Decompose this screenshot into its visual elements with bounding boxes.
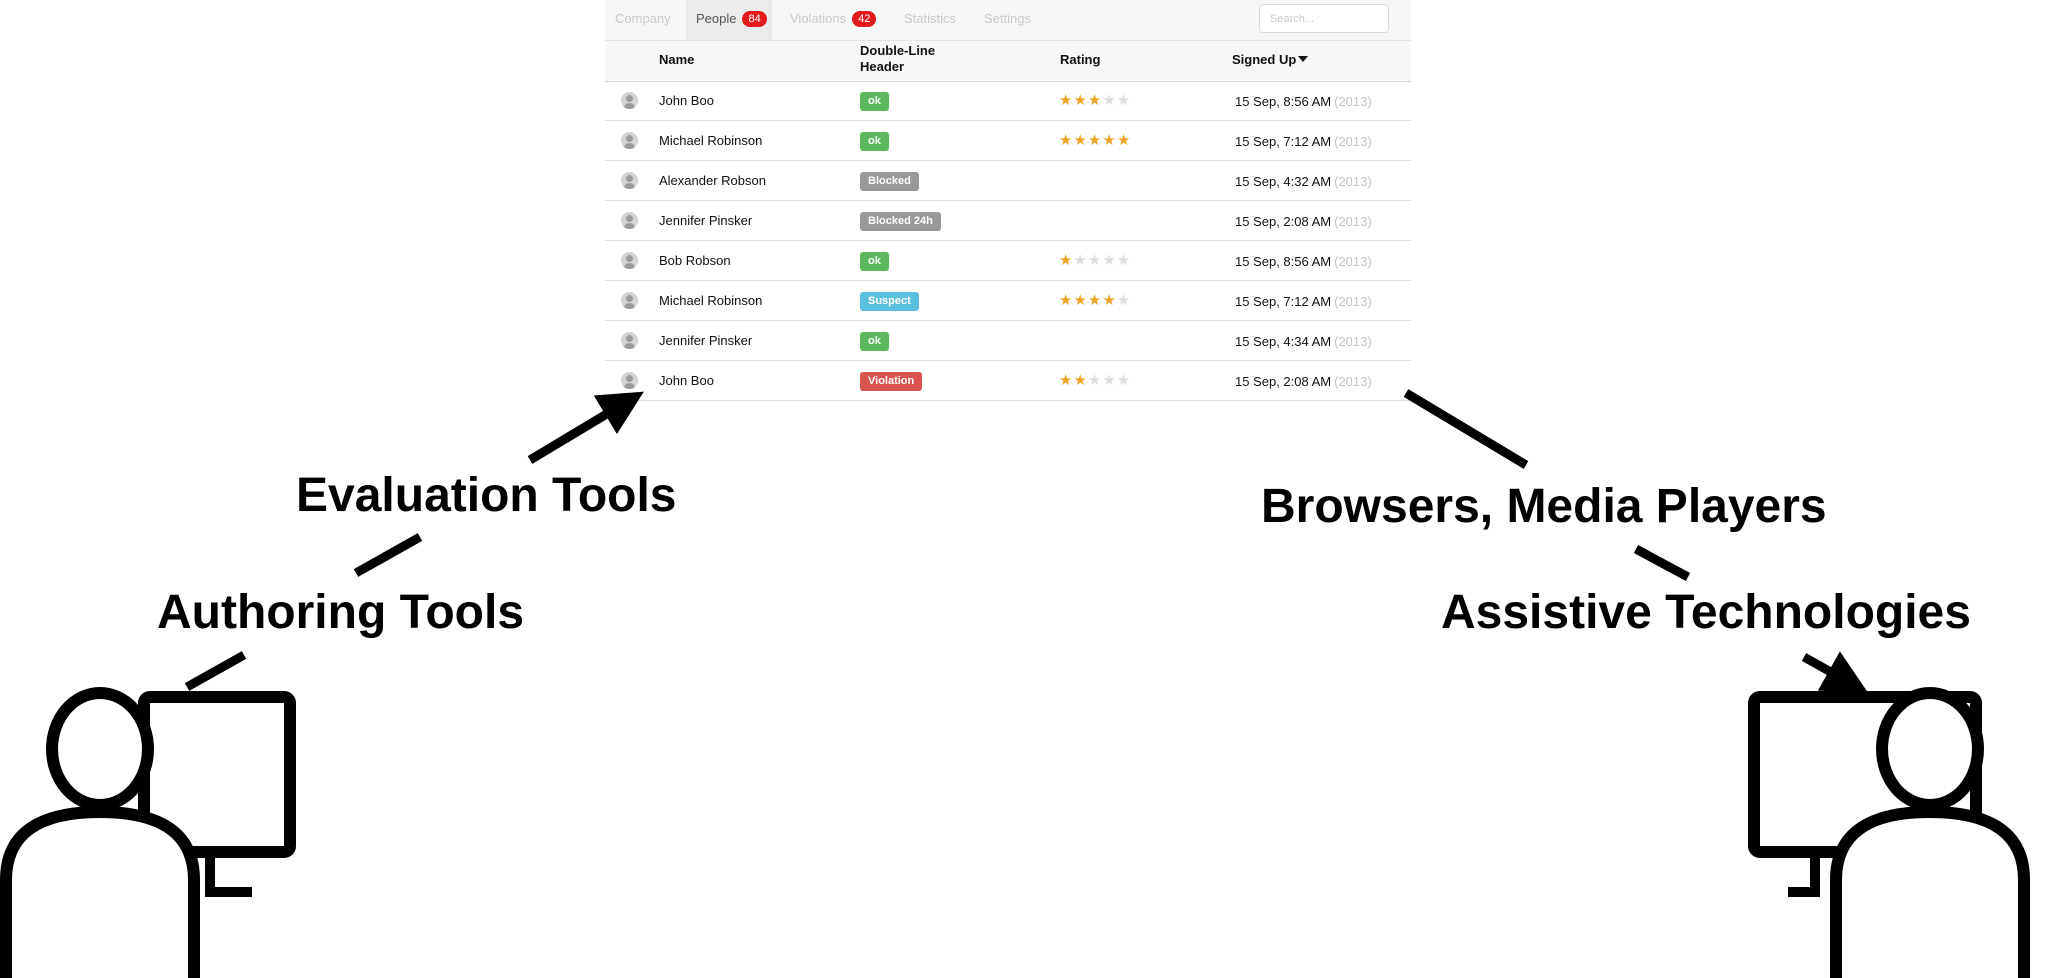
arrow-segment-browsers-right bbox=[1633, 545, 1691, 581]
arrow-segment-authoring-left bbox=[184, 651, 247, 691]
person-at-computer-left-icon bbox=[0, 687, 296, 978]
browsers-media-players-label: Browsers, Media Players bbox=[1261, 480, 1827, 533]
arrow-segment-from-table-right bbox=[1403, 389, 1529, 469]
arrow-to-person-right bbox=[1801, 651, 1869, 693]
arrow-to-table-left bbox=[527, 391, 644, 464]
arrow-segment-evaluation-left bbox=[353, 533, 423, 577]
authoring-tools-label: Authoring Tools bbox=[157, 586, 525, 639]
assistive-technologies-label: Assistive Technologies bbox=[1441, 586, 1971, 639]
page: Company People 84 Violations 42 Statistics… bbox=[0, 0, 2054, 978]
evaluation-tools-label: Evaluation Tools bbox=[296, 469, 677, 522]
person-at-computer-right-icon bbox=[1748, 687, 2030, 978]
